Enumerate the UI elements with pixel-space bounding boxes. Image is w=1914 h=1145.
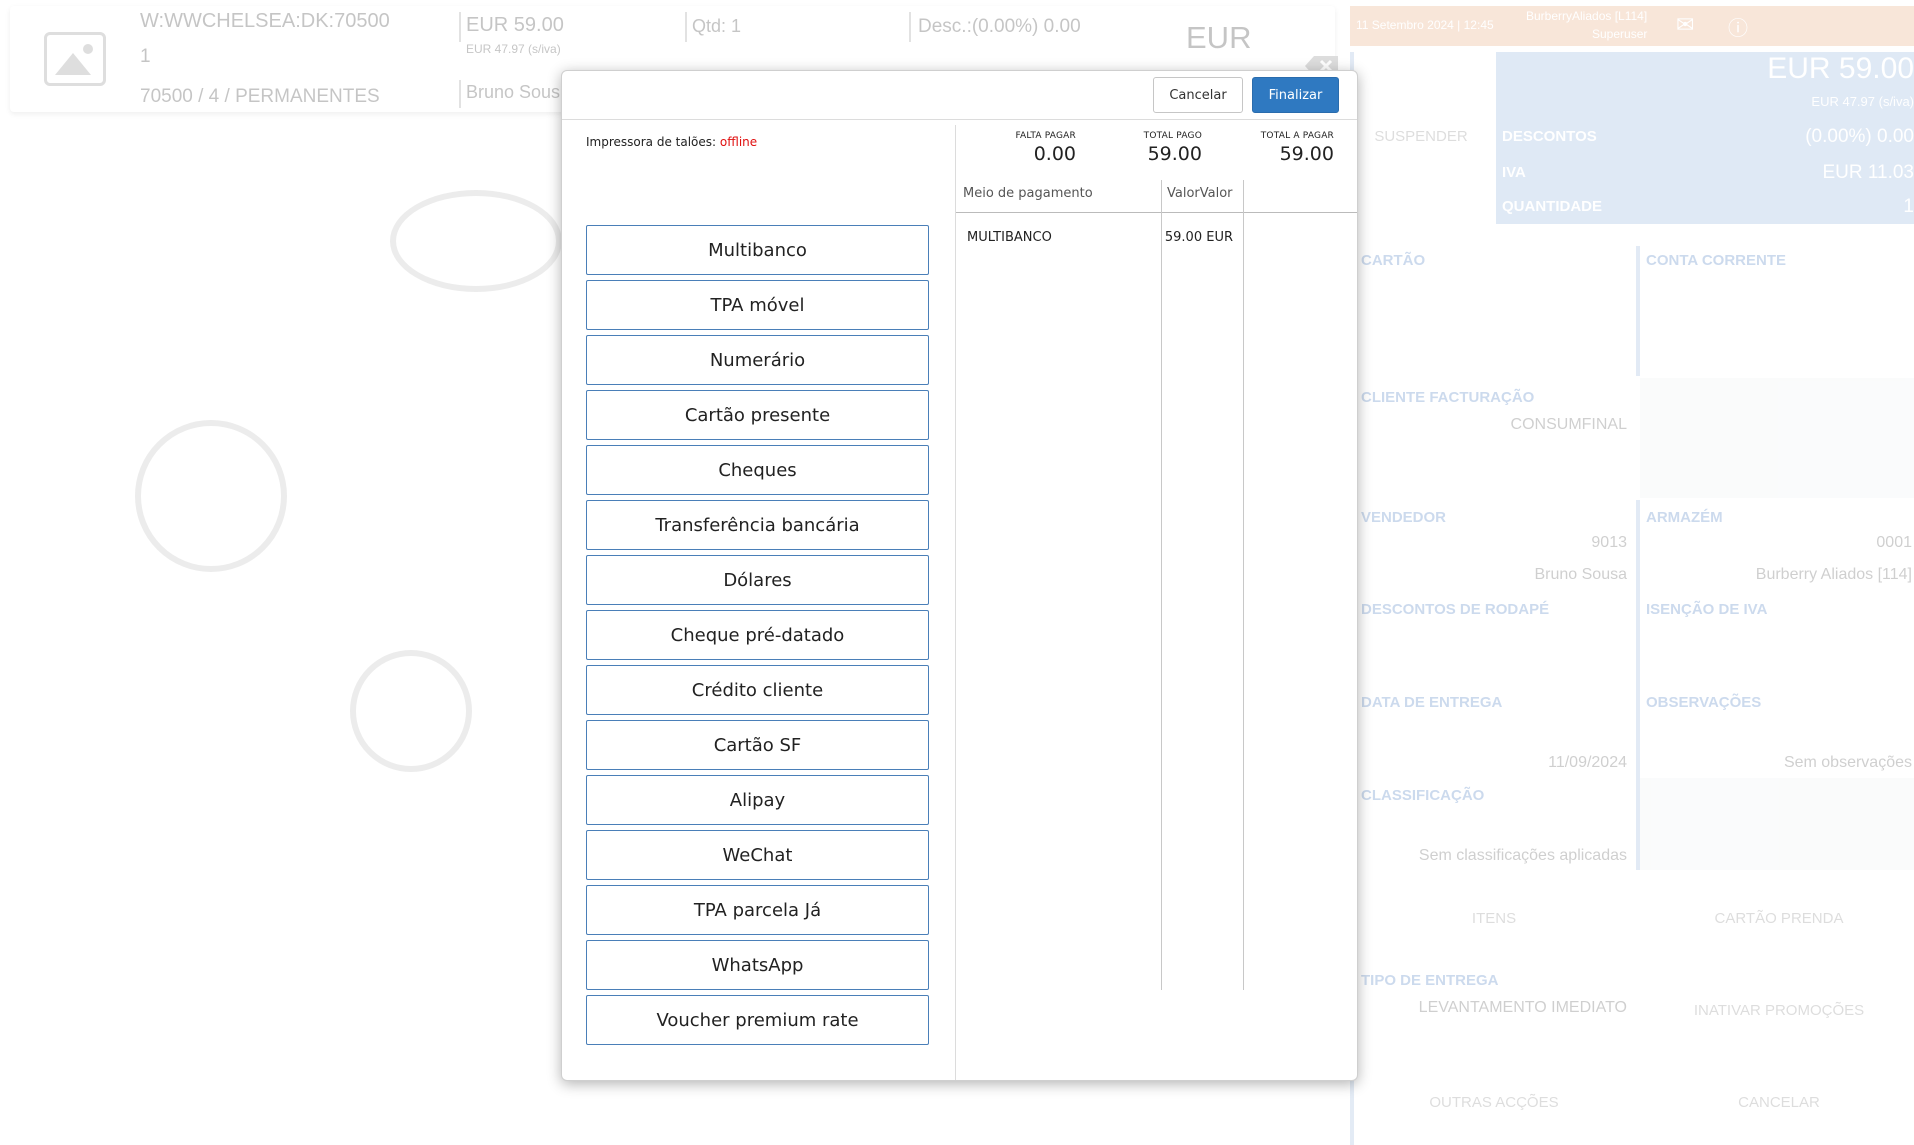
- payment-dialog: Cancelar Finalizar Impressora de talões:…: [561, 70, 1358, 1081]
- delivery-date-value: 11/09/2024: [1548, 754, 1627, 771]
- payment-summary-panel: FALTA PAGAR 0.00 TOTAL PAGO 59.00 TOTAL …: [956, 125, 1357, 1080]
- qty-value: 1: [1903, 196, 1914, 217]
- items-button[interactable]: ITENS: [1361, 910, 1627, 927]
- seller-name: Bruno Sousa: [1534, 566, 1627, 583]
- remaining-value: 0.00: [1033, 143, 1076, 165]
- payment-method-list: Multibanco TPA móvel Numerário Cartão prese…: [586, 225, 929, 1050]
- qty-label: QUANTIDADE: [1502, 198, 1602, 215]
- warehouse-label[interactable]: ARMAZÉM: [1646, 509, 1723, 526]
- totals-box: EUR 59.00 EUR 47.97 (s/iva) DESCONTOS (0…: [1496, 52, 1914, 224]
- due-total: TOTAL A PAGAR 59.00: [1214, 131, 1334, 165]
- image-placeholder-icon: [44, 32, 106, 86]
- discounts-label: DESCONTOS: [1502, 128, 1597, 145]
- paid-label: TOTAL PAGO: [1143, 131, 1202, 141]
- payment-method-button[interactable]: Alipay: [586, 775, 929, 825]
- item-line2: 1: [140, 46, 151, 67]
- gear-icon: [350, 650, 472, 772]
- paid-value: 59.00: [1147, 143, 1202, 165]
- item-discount[interactable]: Desc.:(0.00%) 0.00: [918, 16, 1081, 38]
- seller-label[interactable]: VENDEDOR: [1361, 509, 1446, 526]
- payment-method-button[interactable]: Cheques: [586, 445, 929, 495]
- remaining-total: FALTA PAGAR 0.00: [956, 131, 1076, 165]
- chat-icon[interactable]: ✉: [1676, 12, 1694, 38]
- chart-icon: [135, 420, 287, 572]
- vat-exemption-label[interactable]: ISENÇÃO DE IVA: [1646, 601, 1767, 618]
- printer-status: Impressora de talões: offline: [586, 135, 757, 149]
- finalize-button[interactable]: Finalizar: [1252, 77, 1339, 113]
- dialog-header: Cancelar Finalizar: [562, 71, 1357, 120]
- classification-value: Sem classificações aplicadas: [1418, 847, 1627, 864]
- classification-label[interactable]: CLASSIFICAÇÃO: [1361, 787, 1484, 804]
- warehouse-code: 0001: [1876, 534, 1912, 551]
- billing-client-label[interactable]: CLIENTE FACTURAÇÃO: [1361, 389, 1534, 406]
- disable-promotions-button[interactable]: INATIVAR PROMOÇÕES: [1646, 1002, 1912, 1019]
- column-header-method: Meio de pagamento: [963, 186, 1093, 201]
- empty-tile: [1640, 778, 1914, 870]
- payment-method-button[interactable]: TPA móvel: [586, 280, 929, 330]
- payment-method-button[interactable]: Voucher premium rate: [586, 995, 929, 1045]
- item-code: W:WWCHELSEA:DK:70500: [140, 10, 390, 32]
- due-value: 59.00: [1279, 143, 1334, 165]
- payment-method-button[interactable]: Cheque pré-datado: [586, 610, 929, 660]
- payment-method-button[interactable]: Numerário: [586, 335, 929, 385]
- payment-method-button[interactable]: Dólares: [586, 555, 929, 605]
- payment-method-button[interactable]: Transferência bancária: [586, 500, 929, 550]
- datetime: 11 Setembro 2024 | 12:45: [1356, 18, 1494, 32]
- payment-methods-panel: Impressora de talões: offline Multibanco…: [562, 125, 956, 1080]
- delivery-type-label[interactable]: TIPO DE ENTREGA: [1361, 972, 1499, 989]
- side-total-no-vat: EUR 47.97 (s/iva): [1811, 94, 1914, 109]
- delivery-type-value: LEVANTAMENTO IMEDIATO: [1418, 999, 1627, 1016]
- payment-method-button[interactable]: TPA parcela Já: [586, 885, 929, 935]
- printer-label: Impressora de talões:: [586, 135, 720, 149]
- notes-value: Sem observações: [1783, 754, 1912, 771]
- remaining-label: FALTA PAGAR: [1015, 131, 1076, 141]
- paid-total: TOTAL PAGO 59.00: [1082, 131, 1202, 165]
- vat-label: IVA: [1502, 164, 1526, 181]
- payment-method-button[interactable]: WeChat: [586, 830, 929, 880]
- payments-table: Meio de pagamento ValorValor MULTIBANCO 5…: [956, 180, 1357, 990]
- footer-discounts-label[interactable]: DESCONTOS DE RODAPÉ: [1361, 601, 1549, 618]
- vat-value: EUR 11.03: [1822, 162, 1914, 183]
- payment-row-method[interactable]: MULTIBANCO: [967, 230, 1052, 245]
- notes-label[interactable]: OBSERVAÇÕES: [1646, 694, 1761, 711]
- seller-code: 9013: [1591, 534, 1627, 551]
- payment-row-value[interactable]: 59.00 EUR: [1161, 230, 1233, 245]
- info-icon[interactable]: ⓘ: [1728, 12, 1748, 41]
- item-currency: EUR: [1186, 20, 1252, 55]
- suspend-button[interactable]: SUSPENDER: [1355, 128, 1487, 145]
- payment-method-button[interactable]: Multibanco: [586, 225, 929, 275]
- discounts-value: (0.00%) 0.00: [1805, 126, 1914, 147]
- billing-client-value: CONSUMFINAL: [1510, 416, 1627, 433]
- payment-method-button[interactable]: Cartão presente: [586, 390, 929, 440]
- item-price-no-vat: EUR 47.97 (s/iva): [466, 42, 561, 56]
- payment-method-button[interactable]: Cartão SF: [586, 720, 929, 770]
- item-seller: Bruno Sous: [466, 82, 561, 102]
- column-header-value: ValorValor: [1167, 186, 1233, 201]
- side-header: 11 Setembro 2024 | 12:45 BurberryAliados…: [1350, 6, 1914, 46]
- due-label: TOTAL A PAGAR: [1260, 131, 1334, 141]
- item-family: 70500 / 4 / PERMANENTES: [140, 86, 380, 107]
- printer-status-value: offline: [719, 135, 758, 149]
- delivery-date-label[interactable]: DATA DE ENTREGA: [1361, 694, 1502, 711]
- warehouse-name: Burberry Aliados [114]: [1755, 566, 1912, 583]
- other-actions-button[interactable]: OUTRAS ACÇÕES: [1361, 1094, 1627, 1111]
- gift-card-button[interactable]: CARTÃO PRENDA: [1646, 910, 1912, 927]
- empty-tile: [1640, 378, 1914, 498]
- account-label[interactable]: CONTA CORRENTE: [1646, 252, 1786, 269]
- cancel-button[interactable]: Cancelar: [1153, 77, 1243, 113]
- card-label[interactable]: CARTÃO: [1361, 252, 1425, 269]
- item-qty[interactable]: Qtd: 1: [692, 16, 741, 37]
- side-total: EUR 59.00: [1767, 52, 1914, 85]
- item-price: EUR 59.00: [466, 14, 564, 36]
- store-name: BurberryAliados [L114]: [1526, 9, 1648, 23]
- payment-method-button[interactable]: Crédito cliente: [586, 665, 929, 715]
- payment-method-button[interactable]: WhatsApp: [586, 940, 929, 990]
- eye-icon: [390, 190, 562, 292]
- cancel-sale-button[interactable]: CANCELAR: [1646, 1094, 1912, 1111]
- user-name: Superuser: [1592, 27, 1648, 41]
